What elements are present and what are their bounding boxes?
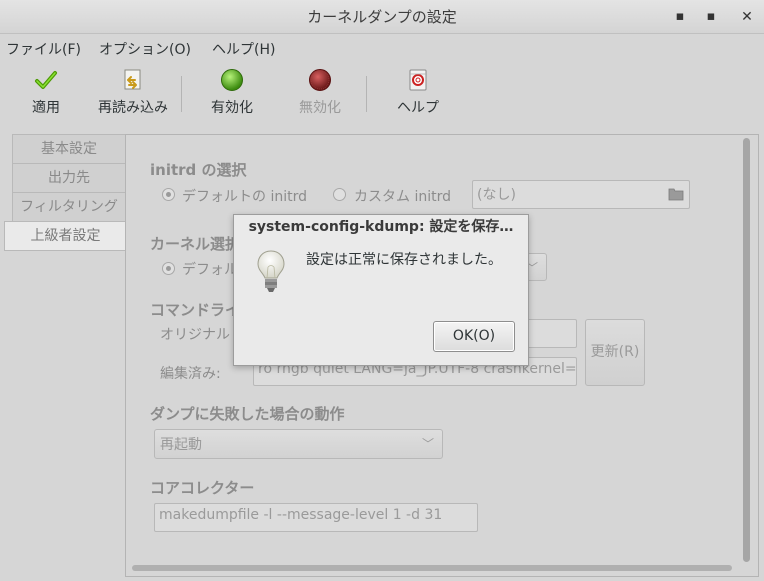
- failure-action-value: 再起動: [160, 437, 202, 453]
- tab-advanced-settings[interactable]: 上級者設定: [4, 221, 126, 251]
- tab-output-target[interactable]: 出力先: [12, 163, 126, 192]
- menu-file[interactable]: ファイル(F): [6, 39, 81, 59]
- menu-help[interactable]: ヘルプ(H): [212, 39, 275, 59]
- dialog-title: system-config-kdump: 設定を保存…: [248, 219, 514, 235]
- window-title: カーネルダンプの設定: [307, 8, 457, 26]
- settings-tabs: 基本設定 出力先 フィルタリング 上級者設定: [4, 134, 126, 251]
- horizontal-scroll-thumb[interactable]: [132, 565, 732, 571]
- minimize-button[interactable]: ▪: [670, 8, 690, 26]
- help-icon: [409, 69, 427, 91]
- close-icon: ✕: [741, 9, 753, 25]
- initrd-custom-radio[interactable]: [333, 188, 346, 201]
- green-light-icon: [221, 69, 243, 91]
- initrd-custom-label: カスタム initrd: [354, 189, 451, 205]
- initrd-default-label: デフォルトの initrd: [182, 189, 307, 205]
- maximize-icon: ▪: [706, 9, 716, 24]
- cmdline-original-label: オリジナル: [160, 327, 230, 343]
- failure-action-heading: ダンプに失敗した場合の動作: [150, 405, 345, 423]
- core-collector-heading: コアコレクター: [150, 479, 255, 497]
- enable-button[interactable]: 有効化: [206, 68, 258, 124]
- tab-basic-settings[interactable]: 基本設定: [12, 134, 126, 163]
- menubar: ファイル(F) オプション(O) ヘルプ(H): [0, 34, 764, 62]
- chevron-down-icon: ﹀: [421, 437, 434, 451]
- reload-icon: [124, 69, 141, 90]
- tab-filtering[interactable]: フィルタリング: [12, 192, 126, 221]
- cmdline-edited-label: 編集済み:: [160, 366, 221, 382]
- initrd-path-chooser[interactable]: (なし): [472, 180, 690, 209]
- toolbar-separator: [181, 76, 182, 112]
- reload-label: 再読み込み: [98, 100, 168, 116]
- reload-button[interactable]: 再読み込み: [94, 68, 172, 124]
- red-light-icon: [309, 69, 331, 91]
- vertical-scroll-thumb[interactable]: [743, 138, 750, 562]
- window-titlebar: カーネルダンプの設定 ▪ ▪ ✕: [0, 0, 764, 34]
- apply-button[interactable]: 適用: [26, 68, 66, 124]
- enable-label: 有効化: [211, 100, 253, 116]
- initrd-path-value: (なし): [477, 187, 516, 203]
- maximize-button[interactable]: ▪: [701, 8, 721, 26]
- kernel-heading: カーネル選択: [150, 235, 241, 253]
- disable-button[interactable]: 無効化: [294, 68, 346, 124]
- folder-icon: [668, 188, 684, 201]
- minimize-icon: ▪: [675, 9, 685, 24]
- refresh-button[interactable]: 更新(R): [585, 319, 645, 386]
- toolbar: 適用 再読み込み 有効化 無効化 ヘルプ: [0, 62, 764, 126]
- apply-label: 適用: [32, 100, 60, 116]
- core-collector-input[interactable]: makedumpfile -l --message-level 1 -d 31: [154, 503, 478, 532]
- dialog-message: 設定は正常に保存されました。: [306, 252, 502, 268]
- lightbulb-icon: [257, 250, 285, 292]
- close-button[interactable]: ✕: [737, 8, 757, 26]
- toolbar-separator: [366, 76, 367, 112]
- horizontal-scrollbar[interactable]: [130, 562, 740, 574]
- save-confirmation-dialog: system-config-kdump: 設定を保存… 設定は正常に保存されまし…: [233, 214, 529, 366]
- help-label: ヘルプ: [397, 100, 439, 116]
- ok-button[interactable]: OK(O): [433, 321, 515, 352]
- checkmark-icon: [35, 71, 57, 89]
- initrd-heading: initrd の選択: [150, 161, 247, 179]
- kernel-default-radio[interactable]: [162, 262, 175, 275]
- disable-label: 無効化: [299, 100, 341, 116]
- help-button[interactable]: ヘルプ: [392, 68, 444, 124]
- vertical-scrollbar[interactable]: [740, 136, 754, 564]
- initrd-default-radio[interactable]: [162, 188, 175, 201]
- failure-action-select[interactable]: 再起動 ﹀: [154, 429, 443, 459]
- menu-options[interactable]: オプション(O): [99, 39, 191, 59]
